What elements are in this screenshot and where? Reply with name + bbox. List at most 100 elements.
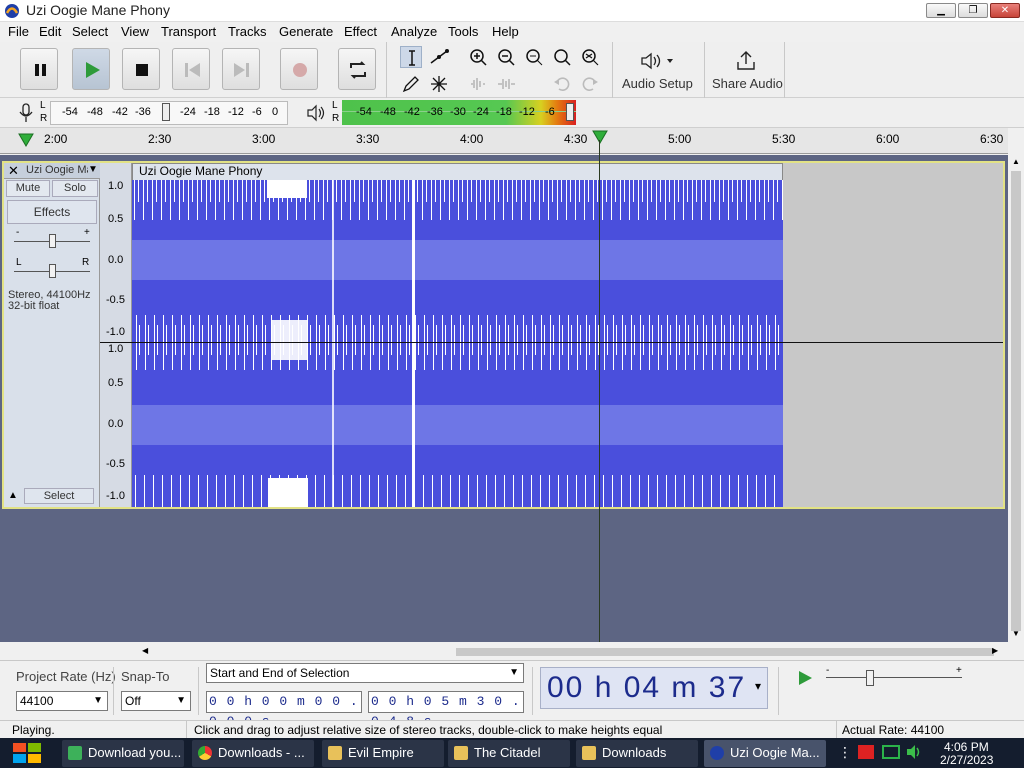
skip-to-end-button[interactable]	[222, 48, 260, 90]
chevron-down-icon: ▼	[93, 695, 103, 706]
flag-icon[interactable]	[858, 745, 874, 759]
menu-edit[interactable]: Edit	[39, 24, 61, 39]
menu-tracks[interactable]: Tracks	[228, 24, 267, 39]
menu-file[interactable]: File	[8, 24, 29, 39]
stop-icon	[136, 64, 148, 76]
redo-button[interactable]	[579, 73, 601, 95]
speaker-icon[interactable]	[306, 104, 326, 122]
undo-button[interactable]	[551, 73, 573, 95]
draw-tool[interactable]	[400, 73, 422, 95]
zoom-in-button[interactable]	[467, 46, 489, 68]
rec-tick: 0	[272, 106, 279, 118]
ruler-label: 6:30	[980, 132, 1004, 146]
silence-audio-button[interactable]	[495, 73, 517, 95]
zoom-out-button[interactable]	[495, 46, 517, 68]
vertical-scrollbar[interactable]: ▲ ▼	[1008, 155, 1024, 642]
taskbar-item[interactable]: Downloads	[576, 740, 698, 767]
speed-slider[interactable]	[866, 670, 874, 686]
timeline-ruler[interactable]: 2:00 2:30 3:00 3:30 4:00 4:30 5:00 5:30 …	[0, 128, 1008, 154]
share-audio-button[interactable]: Share Audio	[708, 44, 784, 96]
menu-effect[interactable]: Effect	[344, 24, 377, 39]
vertical-scroll-thumb[interactable]	[1011, 171, 1021, 631]
selection-end-time[interactable]: 0 0 h 0 5 m 3 0 . 0 4 8 s	[368, 691, 524, 729]
solo-button[interactable]: Solo	[52, 180, 98, 197]
horizontal-scrollbar[interactable]: ◀ ▶	[140, 644, 1004, 660]
chrome-icon	[198, 746, 212, 760]
mute-button[interactable]: Mute	[6, 180, 50, 197]
more-icon[interactable]: ⋮	[838, 744, 852, 761]
zoom-out-icon	[498, 49, 515, 66]
playback-level-slider[interactable]	[566, 103, 574, 121]
waveform[interactable]	[132, 180, 783, 507]
record-button[interactable]	[280, 48, 318, 90]
close-button[interactable]: ✕	[990, 3, 1020, 18]
collapse-track-icon[interactable]: ▲	[8, 490, 18, 501]
windows-start-icon[interactable]	[10, 741, 44, 765]
menu-transport[interactable]: Transport	[161, 24, 216, 39]
menu-tools[interactable]: Tools	[448, 24, 478, 39]
record-level-slider[interactable]	[162, 103, 170, 121]
stop-button[interactable]	[122, 48, 160, 90]
project-rate-select[interactable]: 44100 ▼	[16, 691, 108, 711]
effects-button[interactable]: Effects	[7, 200, 97, 224]
horizontal-scroll-thumb[interactable]	[456, 648, 994, 656]
taskbar-item[interactable]: Download you...	[62, 740, 184, 767]
separator	[836, 721, 837, 738]
pan-slider[interactable]	[49, 264, 56, 278]
waveform-graphic	[132, 180, 783, 507]
rec-tick: -6	[252, 106, 262, 118]
envelope-tool[interactable]	[428, 46, 450, 68]
fit-project-button[interactable]	[551, 46, 573, 68]
skip-to-start-button[interactable]	[172, 48, 210, 90]
play-at-speed-icon[interactable]	[796, 669, 814, 687]
menu-select[interactable]: Select	[72, 24, 108, 39]
menu-analyze[interactable]: Analyze	[391, 24, 437, 39]
meter-toolbar: L R -54 -48 -42 -36 -24 -18 -12 -6 0 L R…	[0, 98, 1024, 128]
trim-audio-button[interactable]	[467, 73, 489, 95]
status-left: Playing.	[12, 723, 55, 737]
play-button[interactable]	[72, 48, 110, 90]
menu-view[interactable]: View	[121, 24, 149, 39]
track-menu-arrow-icon[interactable]: ▼	[88, 164, 98, 175]
taskbar-item[interactable]: Downloads - ...	[192, 740, 314, 767]
selection-mode-select[interactable]: Start and End of Selection ▼	[206, 663, 524, 683]
track-name-menu[interactable]: Uzi Oogie Ma	[26, 164, 88, 176]
time-format-menu-icon[interactable]: ▾	[755, 666, 763, 706]
vertical-scale[interactable]: 1.0 0.5 0.0 -0.5 -1.0 1.0 0.5 0.0 -0.5 -…	[100, 163, 132, 507]
taskbar-item[interactable]: Evil Empire	[322, 740, 444, 767]
fit-selection-button[interactable]	[523, 46, 545, 68]
minimize-button[interactable]: ▁	[926, 3, 956, 18]
taskbar-item-active[interactable]: Uzi Oogie Ma...	[704, 740, 826, 767]
pause-button[interactable]	[20, 48, 58, 90]
track-close-icon[interactable]: ✕	[8, 163, 19, 179]
audio-setup-button[interactable]: Audio Setup	[616, 44, 700, 96]
selection-tool[interactable]	[400, 46, 422, 68]
snap-to-select[interactable]: Off ▼	[121, 691, 191, 711]
gain-slider[interactable]	[49, 234, 56, 248]
scroll-down-icon[interactable]: ▼	[1012, 629, 1020, 638]
maximize-button[interactable]: ❐	[958, 3, 988, 18]
scroll-right-icon[interactable]: ▶	[992, 646, 998, 655]
selection-toolbar: Project Rate (Hz) Snap-To 44100 ▼ Off ▼ …	[0, 660, 1024, 729]
clock-time[interactable]: 4:06 PM	[944, 740, 989, 754]
selection-start-time[interactable]: 0 0 h 0 0 m 0 0 . 0 0 0 s	[206, 691, 362, 729]
select-track-button[interactable]: Select	[24, 488, 94, 504]
menu-help[interactable]: Help	[492, 24, 519, 39]
scroll-left-icon[interactable]: ◀	[142, 646, 148, 655]
microphone-icon[interactable]	[18, 103, 34, 123]
skip-end-icon	[234, 63, 249, 77]
network-icon[interactable]	[882, 745, 900, 759]
menu-generate[interactable]: Generate	[279, 24, 333, 39]
scroll-up-icon[interactable]: ▲	[1012, 157, 1020, 166]
taskbar-item[interactable]: The Citadel	[448, 740, 570, 767]
clip-title-bar[interactable]: Uzi Oogie Mane Phony	[132, 163, 783, 180]
loop-button[interactable]	[338, 48, 376, 90]
stereo-divider[interactable]	[100, 342, 1003, 343]
audio-position-time[interactable]: 00 h 04 m 37 s ▾	[540, 666, 768, 744]
volume-icon[interactable]	[906, 744, 924, 760]
multi-tool[interactable]	[428, 73, 450, 95]
clock-date[interactable]: 2/27/2023	[940, 753, 993, 767]
separator	[778, 667, 779, 715]
rec-tick: -12	[228, 106, 244, 118]
zoom-toggle-button[interactable]	[579, 46, 601, 68]
